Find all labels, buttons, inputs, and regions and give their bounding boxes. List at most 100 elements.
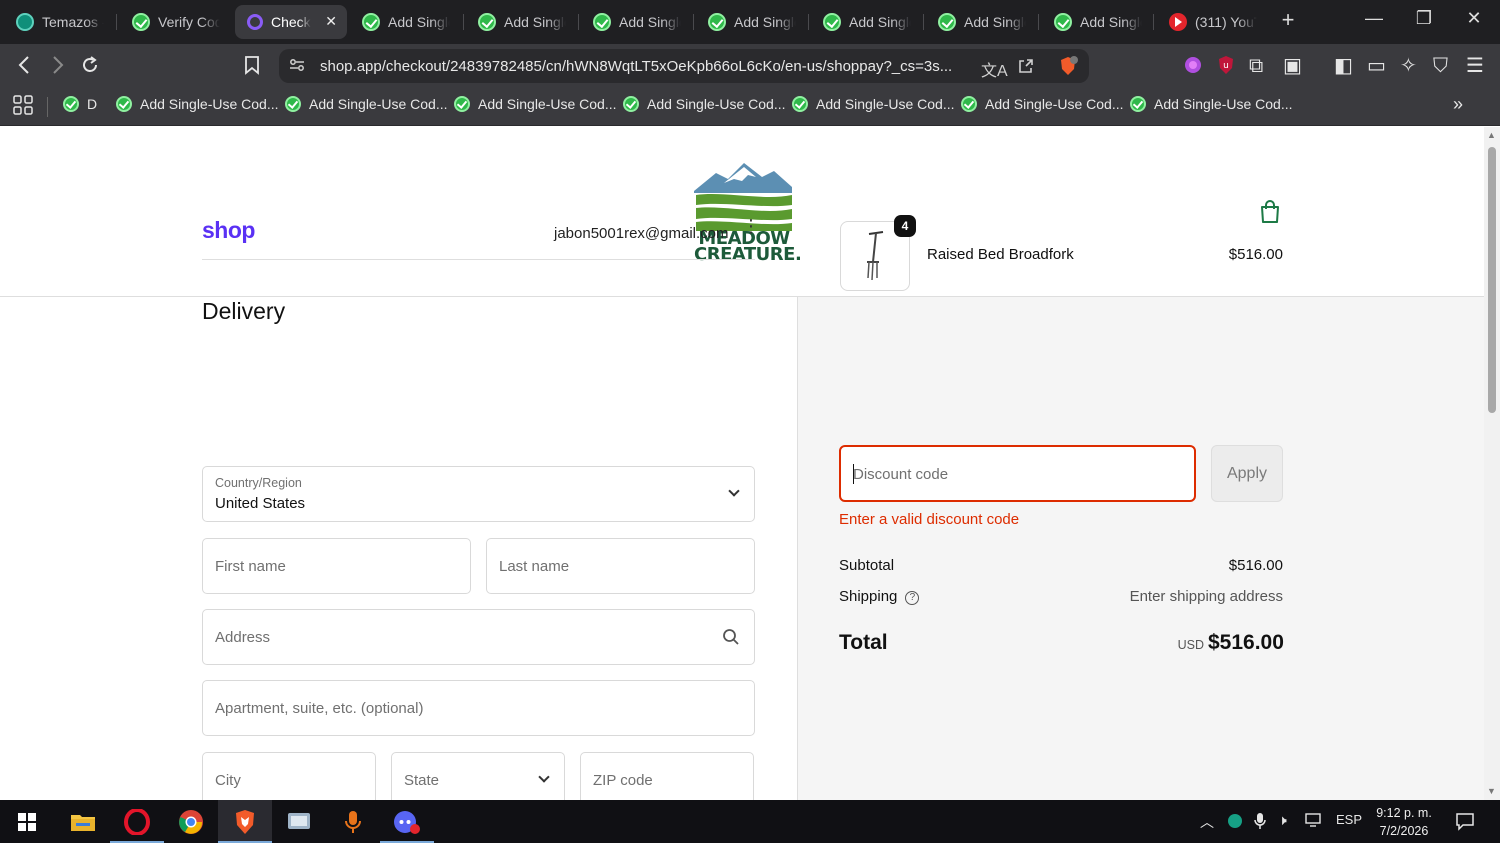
reload-icon[interactable] xyxy=(80,55,100,80)
network-icon[interactable] xyxy=(1305,812,1323,831)
forward-icon[interactable] xyxy=(48,55,66,80)
taskbar-clock[interactable]: 9:12 p. m. 7/2/2026 xyxy=(1366,804,1442,840)
brave-taskbar-icon[interactable] xyxy=(218,800,272,843)
tab-youtube[interactable]: (311) YouT xyxy=(1157,5,1269,39)
microphone-icon[interactable] xyxy=(1253,812,1267,833)
more-options-icon[interactable]: ⋮ xyxy=(742,217,760,235)
close-tab-icon[interactable]: ✕ xyxy=(325,13,337,30)
tab-verify-code[interactable]: Verify Cod xyxy=(120,5,232,39)
divider xyxy=(202,259,755,260)
extensions-icon[interactable]: ⧉ xyxy=(1249,55,1263,77)
bookmark-item[interactable]: Add Single-Use Cod... xyxy=(285,96,448,112)
opera-icon[interactable] xyxy=(110,800,164,843)
green-check-icon xyxy=(623,96,639,112)
translate-icon[interactable]: 文A xyxy=(981,57,1008,81)
scroll-thumb[interactable] xyxy=(1488,147,1496,413)
quantity-badge: 4 xyxy=(894,215,916,237)
youtube-icon xyxy=(1169,13,1187,31)
bookmark-item[interactable]: Add Single-Use Cod... xyxy=(116,96,279,112)
discord-icon[interactable] xyxy=(380,800,434,843)
volume-icon[interactable]: 🕨 xyxy=(1278,812,1287,829)
tab-add-single[interactable]: Add Single xyxy=(1042,5,1154,39)
show-hidden-icons-icon[interactable]: ︿ xyxy=(1200,812,1214,832)
file-explorer-icon[interactable] xyxy=(56,800,110,843)
scroll-down-icon[interactable]: ▼ xyxy=(1487,786,1496,796)
notifications-icon[interactable] xyxy=(1455,811,1475,834)
bookmark-item[interactable]: Add Single-Use Cod... xyxy=(1130,96,1293,112)
subtotal-label: Subtotal xyxy=(839,557,895,574)
bookmark-icon[interactable] xyxy=(244,55,260,80)
apps-grid-icon[interactable] xyxy=(13,95,33,115)
apartment-field[interactable]: Apartment, suite, etc. (optional) xyxy=(202,680,755,736)
green-check-icon xyxy=(132,13,150,31)
shipping-label: Shipping? xyxy=(839,588,920,605)
url-text[interactable]: shop.app/checkout/24839782485/cn/hWN8Wqt… xyxy=(320,58,952,75)
city-field[interactable]: City xyxy=(202,752,376,800)
shipping-value: Enter shipping address xyxy=(1129,588,1283,605)
apply-discount-button[interactable]: Apply xyxy=(1211,445,1283,502)
more-bookmarks-icon[interactable]: » xyxy=(1453,94,1463,115)
country-select[interactable]: Country/Region United States xyxy=(202,466,755,522)
green-check-icon xyxy=(116,96,132,112)
site-settings-icon[interactable] xyxy=(289,57,305,78)
start-button[interactable] xyxy=(0,800,54,843)
first-name-field[interactable]: First name xyxy=(202,538,471,594)
account-email: jabon5001rex@gmail.com xyxy=(554,225,729,242)
address-bar[interactable]: shop.app/checkout/24839782485/cn/hWN8Wqt… xyxy=(279,49,1089,83)
tab-checkout[interactable]: Check ✕ xyxy=(235,5,347,39)
discount-code-input[interactable]: Discount code xyxy=(839,445,1196,502)
green-check-icon xyxy=(823,13,841,31)
tab-temazos[interactable]: Temazos - xyxy=(4,5,116,39)
svg-text:u: u xyxy=(1223,61,1229,71)
extension-purple-icon[interactable] xyxy=(1183,55,1203,80)
zip-field[interactable]: ZIP code xyxy=(580,752,754,800)
tab-add-single[interactable]: Add Single xyxy=(581,5,693,39)
green-check-icon xyxy=(938,13,956,31)
media-app-icon[interactable] xyxy=(272,800,326,843)
discount-error-message: Enter a valid discount code xyxy=(839,511,1020,528)
reader-icon[interactable]: ▣ xyxy=(1283,55,1302,77)
help-icon[interactable]: ? xyxy=(905,591,920,605)
chevron-down-icon xyxy=(538,771,550,783)
language-indicator[interactable]: ESP xyxy=(1336,812,1362,827)
tab-add-single[interactable]: Add Single xyxy=(696,5,808,39)
tray-app-icon[interactable] xyxy=(1227,813,1243,832)
green-check-icon xyxy=(593,13,611,31)
leo-ai-icon[interactable]: ✧ xyxy=(1400,55,1417,77)
tab-add-single[interactable]: Add Single xyxy=(926,5,1038,39)
green-check-icon xyxy=(1130,96,1146,112)
menu-icon[interactable]: ☰ xyxy=(1466,55,1484,77)
tab-add-single[interactable]: Add Single xyxy=(350,5,462,39)
chrome-icon[interactable] xyxy=(164,800,218,843)
green-check-icon xyxy=(362,13,380,31)
brave-shield-icon[interactable] xyxy=(1057,55,1079,82)
back-icon[interactable] xyxy=(16,55,34,80)
green-check-icon xyxy=(63,96,79,112)
green-check-icon xyxy=(454,96,470,112)
last-name-field[interactable]: Last name xyxy=(486,538,755,594)
new-tab-icon[interactable]: + xyxy=(1268,7,1308,33)
share-icon[interactable] xyxy=(1017,57,1035,80)
purple-ring-icon xyxy=(247,14,263,30)
vpn-icon[interactable]: ⛉ xyxy=(1433,55,1448,77)
page-scrollbar[interactable]: ▲ ▼ xyxy=(1484,127,1500,800)
close-window-icon[interactable]: ✕ xyxy=(1454,8,1494,29)
bookmark-item[interactable]: D xyxy=(63,96,97,112)
voice-recorder-icon[interactable] xyxy=(326,800,380,843)
bookmark-item[interactable]: Add Single-Use Cod... xyxy=(792,96,955,112)
state-select[interactable]: State xyxy=(391,752,565,800)
tab-add-single[interactable]: Add Single xyxy=(811,5,923,39)
tab-add-single[interactable]: Add Single xyxy=(466,5,578,39)
ublock-icon[interactable]: u xyxy=(1217,55,1235,80)
sidebar-icon[interactable]: ◧ xyxy=(1334,55,1353,77)
shop-pay-logo: shop xyxy=(202,217,255,243)
wallet-icon[interactable]: ▭ xyxy=(1367,55,1386,77)
bookmark-item[interactable]: Add Single-Use Cod... xyxy=(454,96,617,112)
restore-icon[interactable]: ❐ xyxy=(1404,8,1444,29)
address-field[interactable]: Address xyxy=(202,609,755,665)
currency-code: USD xyxy=(1177,638,1204,652)
bookmark-item[interactable]: Add Single-Use Cod... xyxy=(961,96,1124,112)
bookmark-item[interactable]: Add Single-Use Cod... xyxy=(623,96,786,112)
minimize-icon[interactable]: — xyxy=(1354,8,1394,29)
scroll-up-icon[interactable]: ▲ xyxy=(1487,130,1496,140)
